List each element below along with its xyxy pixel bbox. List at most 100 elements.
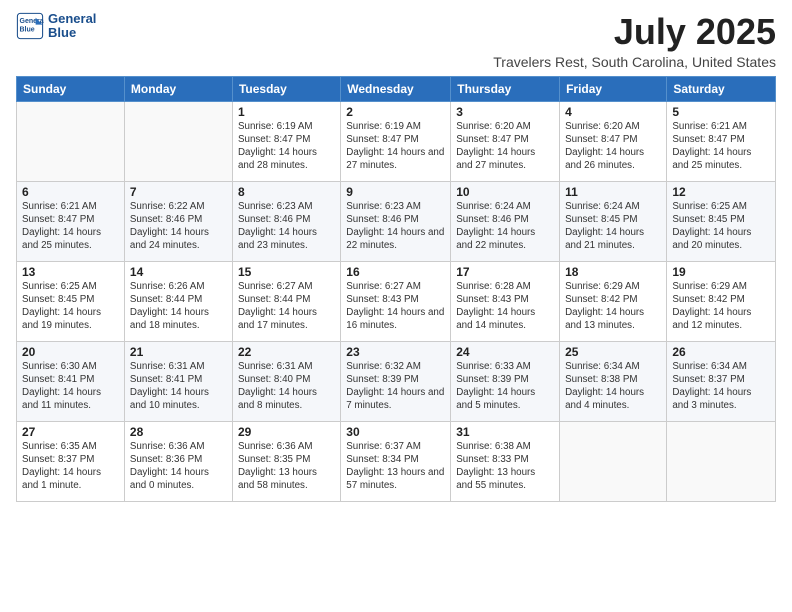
day-number: 3	[456, 105, 554, 119]
calendar-cell: 23Sunrise: 6:32 AMSunset: 8:39 PMDayligh…	[341, 341, 451, 421]
calendar-cell	[17, 101, 125, 181]
day-number: 16	[346, 265, 445, 279]
day-number: 4	[565, 105, 661, 119]
day-info: Sunrise: 6:32 AMSunset: 8:39 PMDaylight:…	[346, 360, 445, 413]
day-info: Sunrise: 6:25 AMSunset: 8:45 PMDaylight:…	[22, 280, 119, 333]
day-number: 2	[346, 105, 445, 119]
day-number: 7	[130, 185, 227, 199]
calendar-cell: 5Sunrise: 6:21 AMSunset: 8:47 PMDaylight…	[667, 101, 776, 181]
day-number: 19	[672, 265, 770, 279]
calendar-cell: 28Sunrise: 6:36 AMSunset: 8:36 PMDayligh…	[124, 421, 232, 501]
calendar-cell: 17Sunrise: 6:28 AMSunset: 8:43 PMDayligh…	[451, 261, 560, 341]
day-number: 12	[672, 185, 770, 199]
header: General Blue General Blue July 2025 Trav…	[16, 12, 776, 70]
day-info: Sunrise: 6:25 AMSunset: 8:45 PMDaylight:…	[672, 200, 770, 253]
col-header-tuesday: Tuesday	[232, 76, 340, 101]
day-info: Sunrise: 6:22 AMSunset: 8:46 PMDaylight:…	[130, 200, 227, 253]
calendar-cell: 12Sunrise: 6:25 AMSunset: 8:45 PMDayligh…	[667, 181, 776, 261]
logo-text: General Blue	[48, 12, 96, 41]
day-info: Sunrise: 6:20 AMSunset: 8:47 PMDaylight:…	[565, 120, 661, 173]
calendar-header-row: SundayMondayTuesdayWednesdayThursdayFrid…	[17, 76, 776, 101]
col-header-monday: Monday	[124, 76, 232, 101]
day-info: Sunrise: 6:29 AMSunset: 8:42 PMDaylight:…	[565, 280, 661, 333]
day-info: Sunrise: 6:36 AMSunset: 8:36 PMDaylight:…	[130, 440, 227, 493]
day-info: Sunrise: 6:31 AMSunset: 8:41 PMDaylight:…	[130, 360, 227, 413]
day-info: Sunrise: 6:21 AMSunset: 8:47 PMDaylight:…	[22, 200, 119, 253]
calendar-cell	[124, 101, 232, 181]
page: General Blue General Blue July 2025 Trav…	[0, 0, 792, 512]
day-info: Sunrise: 6:19 AMSunset: 8:47 PMDaylight:…	[346, 120, 445, 173]
col-header-thursday: Thursday	[451, 76, 560, 101]
logo: General Blue General Blue	[16, 12, 96, 41]
calendar-cell: 11Sunrise: 6:24 AMSunset: 8:45 PMDayligh…	[560, 181, 667, 261]
day-info: Sunrise: 6:23 AMSunset: 8:46 PMDaylight:…	[238, 200, 335, 253]
calendar-cell: 8Sunrise: 6:23 AMSunset: 8:46 PMDaylight…	[232, 181, 340, 261]
day-number: 28	[130, 425, 227, 439]
day-number: 25	[565, 345, 661, 359]
day-info: Sunrise: 6:27 AMSunset: 8:44 PMDaylight:…	[238, 280, 335, 333]
day-number: 26	[672, 345, 770, 359]
day-number: 21	[130, 345, 227, 359]
day-info: Sunrise: 6:28 AMSunset: 8:43 PMDaylight:…	[456, 280, 554, 333]
calendar-cell: 3Sunrise: 6:20 AMSunset: 8:47 PMDaylight…	[451, 101, 560, 181]
day-info: Sunrise: 6:30 AMSunset: 8:41 PMDaylight:…	[22, 360, 119, 413]
calendar-cell	[667, 421, 776, 501]
title-block: July 2025 Travelers Rest, South Carolina…	[493, 12, 776, 70]
calendar-cell: 4Sunrise: 6:20 AMSunset: 8:47 PMDaylight…	[560, 101, 667, 181]
day-number: 22	[238, 345, 335, 359]
svg-text:Blue: Blue	[20, 27, 35, 34]
calendar-cell: 15Sunrise: 6:27 AMSunset: 8:44 PMDayligh…	[232, 261, 340, 341]
calendar-cell: 6Sunrise: 6:21 AMSunset: 8:47 PMDaylight…	[17, 181, 125, 261]
day-info: Sunrise: 6:36 AMSunset: 8:35 PMDaylight:…	[238, 440, 335, 493]
calendar-cell: 9Sunrise: 6:23 AMSunset: 8:46 PMDaylight…	[341, 181, 451, 261]
day-number: 20	[22, 345, 119, 359]
day-number: 13	[22, 265, 119, 279]
calendar-cell: 7Sunrise: 6:22 AMSunset: 8:46 PMDaylight…	[124, 181, 232, 261]
calendar-cell: 27Sunrise: 6:35 AMSunset: 8:37 PMDayligh…	[17, 421, 125, 501]
day-info: Sunrise: 6:27 AMSunset: 8:43 PMDaylight:…	[346, 280, 445, 333]
day-number: 18	[565, 265, 661, 279]
calendar-cell: 2Sunrise: 6:19 AMSunset: 8:47 PMDaylight…	[341, 101, 451, 181]
calendar-table: SundayMondayTuesdayWednesdayThursdayFrid…	[16, 76, 776, 502]
calendar-cell: 16Sunrise: 6:27 AMSunset: 8:43 PMDayligh…	[341, 261, 451, 341]
day-number: 15	[238, 265, 335, 279]
calendar-cell: 30Sunrise: 6:37 AMSunset: 8:34 PMDayligh…	[341, 421, 451, 501]
main-title: July 2025	[493, 12, 776, 52]
day-number: 14	[130, 265, 227, 279]
day-number: 29	[238, 425, 335, 439]
calendar-week-1: 6Sunrise: 6:21 AMSunset: 8:47 PMDaylight…	[17, 181, 776, 261]
calendar-cell: 20Sunrise: 6:30 AMSunset: 8:41 PMDayligh…	[17, 341, 125, 421]
day-info: Sunrise: 6:34 AMSunset: 8:38 PMDaylight:…	[565, 360, 661, 413]
calendar-cell: 31Sunrise: 6:38 AMSunset: 8:33 PMDayligh…	[451, 421, 560, 501]
calendar-cell: 10Sunrise: 6:24 AMSunset: 8:46 PMDayligh…	[451, 181, 560, 261]
day-info: Sunrise: 6:34 AMSunset: 8:37 PMDaylight:…	[672, 360, 770, 413]
day-number: 31	[456, 425, 554, 439]
day-info: Sunrise: 6:35 AMSunset: 8:37 PMDaylight:…	[22, 440, 119, 493]
day-number: 30	[346, 425, 445, 439]
day-number: 9	[346, 185, 445, 199]
day-info: Sunrise: 6:24 AMSunset: 8:46 PMDaylight:…	[456, 200, 554, 253]
calendar-cell: 24Sunrise: 6:33 AMSunset: 8:39 PMDayligh…	[451, 341, 560, 421]
day-info: Sunrise: 6:19 AMSunset: 8:47 PMDaylight:…	[238, 120, 335, 173]
day-info: Sunrise: 6:31 AMSunset: 8:40 PMDaylight:…	[238, 360, 335, 413]
day-number: 5	[672, 105, 770, 119]
calendar-cell: 22Sunrise: 6:31 AMSunset: 8:40 PMDayligh…	[232, 341, 340, 421]
calendar-cell: 25Sunrise: 6:34 AMSunset: 8:38 PMDayligh…	[560, 341, 667, 421]
col-header-friday: Friday	[560, 76, 667, 101]
calendar-week-4: 27Sunrise: 6:35 AMSunset: 8:37 PMDayligh…	[17, 421, 776, 501]
calendar-week-2: 13Sunrise: 6:25 AMSunset: 8:45 PMDayligh…	[17, 261, 776, 341]
calendar-cell: 19Sunrise: 6:29 AMSunset: 8:42 PMDayligh…	[667, 261, 776, 341]
day-number: 1	[238, 105, 335, 119]
day-number: 27	[22, 425, 119, 439]
calendar-cell: 13Sunrise: 6:25 AMSunset: 8:45 PMDayligh…	[17, 261, 125, 341]
day-number: 23	[346, 345, 445, 359]
calendar-cell: 21Sunrise: 6:31 AMSunset: 8:41 PMDayligh…	[124, 341, 232, 421]
day-number: 8	[238, 185, 335, 199]
day-info: Sunrise: 6:29 AMSunset: 8:42 PMDaylight:…	[672, 280, 770, 333]
col-header-saturday: Saturday	[667, 76, 776, 101]
day-info: Sunrise: 6:23 AMSunset: 8:46 PMDaylight:…	[346, 200, 445, 253]
calendar-week-0: 1Sunrise: 6:19 AMSunset: 8:47 PMDaylight…	[17, 101, 776, 181]
col-header-sunday: Sunday	[17, 76, 125, 101]
calendar-cell: 29Sunrise: 6:36 AMSunset: 8:35 PMDayligh…	[232, 421, 340, 501]
subtitle: Travelers Rest, South Carolina, United S…	[493, 54, 776, 70]
